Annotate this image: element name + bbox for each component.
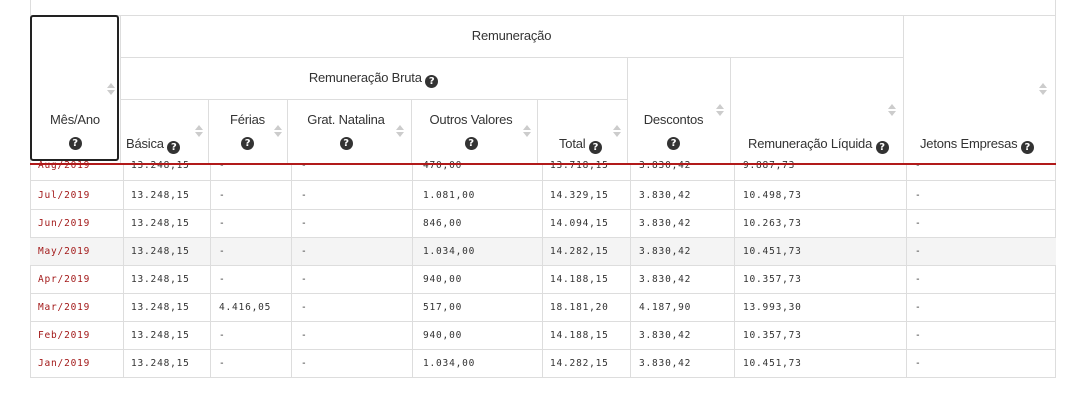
cell-grat-natalina: -: [301, 190, 308, 201]
cell-grat-natalina: -: [301, 274, 308, 285]
table-row: Apr/2019 13.248,15 - - 940,00 14.188,15 3.830,…: [30, 266, 1056, 294]
cell-ferias: -: [219, 330, 226, 341]
cell-total: 14.329,15: [550, 190, 609, 201]
cell-remuneracao-liquida: 10.357,73: [743, 330, 802, 341]
cell-grat-natalina: -: [301, 330, 308, 341]
cell-basica: 13.248,15: [131, 302, 190, 313]
cell-remuneracao-liquida: 10.451,73: [743, 246, 802, 257]
cell-outros-valores: 846,00: [423, 218, 463, 229]
col-sep: [906, 165, 907, 378]
cell-outros-valores: 940,00: [423, 274, 463, 285]
col-sep: [412, 165, 413, 378]
cell-remuneracao-liquida: 10.451,73: [743, 358, 802, 369]
cell-grat-natalina: -: [301, 302, 308, 313]
date-link[interactable]: May/2019: [38, 238, 90, 266]
col-sep: [123, 165, 124, 378]
cell-jetons: -: [915, 190, 922, 201]
cell-jetons: -: [915, 274, 922, 285]
table-row: Feb/2019 13.248,15 - - 940,00 14.188,15 3.830,…: [30, 322, 1056, 350]
cell-basica: 13.248,15: [131, 330, 190, 341]
remuneration-table: Remuneração Remuneração Bruta ? Mês/Ano …: [30, 0, 1056, 378]
cell-ferias: -: [219, 218, 226, 229]
cell-grat-natalina: -: [301, 358, 308, 369]
cell-grat-natalina: -: [301, 246, 308, 257]
cell-total: 18.181,20: [550, 302, 609, 313]
cell-total: 14.094,15: [550, 218, 609, 229]
date-link[interactable]: Jul/2019: [38, 182, 90, 210]
cell-descontos: 3.830,42: [639, 330, 692, 341]
table-row: May/2019 13.248,15 - - 1.034,00 14.282,15 3.83…: [30, 238, 1056, 266]
cell-outros-valores: 1.034,00: [423, 358, 476, 369]
cell-outros-valores: 1.034,00: [423, 246, 476, 257]
cell-jetons: -: [915, 330, 922, 341]
cell-ferias: -: [219, 358, 226, 369]
cell-total: 14.188,15: [550, 274, 609, 285]
cell-ferias: 4.416,05: [219, 302, 272, 313]
date-link[interactable]: Apr/2019: [38, 266, 90, 294]
cell-jetons: -: [915, 246, 922, 257]
cell-outros-valores: 517,00: [423, 302, 463, 313]
col-sep: [630, 165, 631, 378]
table-row: Jul/2019 13.248,15 - - 1.081,00 14.329,15 3.83…: [30, 182, 1056, 210]
table-row: Mar/2019 13.248,15 4.416,05 - 517,00 18.181,2…: [30, 294, 1056, 322]
col-sep: [734, 165, 735, 378]
cell-remuneracao-liquida: 10.357,73: [743, 274, 802, 285]
cell-total: 14.282,15: [550, 358, 609, 369]
cell-remuneracao-liquida: 10.498,73: [743, 190, 802, 201]
col-sep: [291, 165, 292, 378]
date-link[interactable]: Jan/2019: [38, 350, 90, 378]
cell-basica: 13.248,15: [131, 358, 190, 369]
cell-ferias: -: [219, 246, 226, 257]
table-row: Jan/2019 13.248,15 - - 1.034,00 14.282,15 3.83…: [30, 350, 1056, 378]
cell-outros-valores: 940,00: [423, 330, 463, 341]
col-sep: [542, 165, 543, 378]
cell-grat-natalina: -: [301, 218, 308, 229]
cell-descontos: 3.830,42: [639, 190, 692, 201]
table-row: Jun/2019 13.248,15 - - 846,00 14.094,15 3.830,…: [30, 210, 1056, 238]
cell-basica: 13.248,15: [131, 218, 190, 229]
date-link[interactable]: Mar/2019: [38, 294, 90, 322]
cell-basica: 13.248,15: [131, 246, 190, 257]
cell-descontos: 3.830,42: [639, 218, 692, 229]
cell-jetons: -: [915, 218, 922, 229]
cell-ferias: -: [219, 190, 226, 201]
cell-ferias: -: [219, 274, 226, 285]
cell-descontos: 3.830,42: [639, 246, 692, 257]
cell-jetons: -: [915, 358, 922, 369]
cell-remuneracao-liquida: 10.263,73: [743, 218, 802, 229]
cell-basica: 13.248,15: [131, 274, 190, 285]
col-sep: [210, 165, 211, 378]
cell-remuneracao-liquida: 13.993,30: [743, 302, 802, 313]
cell-jetons: -: [915, 302, 922, 313]
cell-descontos: 3.830,42: [639, 358, 692, 369]
cell-outros-valores: 1.081,00: [423, 190, 476, 201]
cell-descontos: 4.187,90: [639, 302, 692, 313]
date-link[interactable]: Feb/2019: [38, 322, 90, 350]
cell-basica: 13.248,15: [131, 190, 190, 201]
cell-descontos: 3.830,42: [639, 274, 692, 285]
sticky-header-underline: [30, 163, 1056, 165]
cell-total: 14.188,15: [550, 330, 609, 341]
date-link[interactable]: Jun/2019: [38, 210, 90, 238]
cell-total: 14.282,15: [550, 246, 609, 257]
